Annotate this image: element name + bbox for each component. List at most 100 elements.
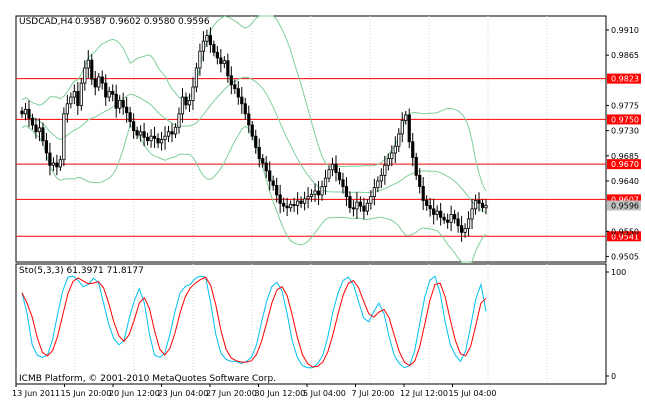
- candle-body[interactable]: [484, 205, 488, 209]
- candle-body[interactable]: [198, 50, 202, 69]
- candle-body[interactable]: [299, 200, 303, 204]
- candle-body[interactable]: [208, 35, 212, 45]
- candle-body[interactable]: [41, 127, 45, 142]
- candle-body[interactable]: [55, 162, 59, 168]
- candle-body[interactable]: [250, 124, 254, 137]
- candle-body[interactable]: [229, 75, 233, 86]
- candle-body[interactable]: [362, 205, 366, 212]
- candle-body[interactable]: [473, 200, 478, 210]
- candle-body[interactable]: [390, 152, 394, 159]
- candle-body[interactable]: [184, 96, 188, 106]
- candle-body[interactable]: [191, 86, 195, 101]
- candle-body[interactable]: [480, 202, 485, 209]
- candle-body[interactable]: [187, 100, 192, 106]
- candle-body[interactable]: [351, 207, 356, 210]
- candle-body[interactable]: [264, 162, 268, 172]
- chart-canvas[interactable]: 0.98230.97500.96700.96070.95410.9596 0.9…: [0, 0, 645, 408]
- candle-body[interactable]: [212, 44, 216, 53]
- candle-body[interactable]: [365, 202, 369, 212]
- candle-body[interactable]: [86, 59, 90, 69]
- candle-body[interactable]: [439, 210, 443, 218]
- candle-body[interactable]: [90, 59, 94, 80]
- candle-body[interactable]: [285, 205, 289, 209]
- candle-body[interactable]: [296, 200, 300, 206]
- candle-body[interactable]: [341, 179, 345, 187]
- price-panel[interactable]: 0.98230.97500.96700.96070.95410.9596 0.9…: [15, 15, 641, 263]
- candle-body[interactable]: [243, 103, 247, 115]
- candle-body[interactable]: [30, 117, 35, 126]
- candle-body[interactable]: [369, 196, 373, 204]
- candle-body[interactable]: [257, 146, 261, 159]
- candle-body[interactable]: [93, 78, 97, 88]
- candle-body[interactable]: [118, 100, 122, 109]
- candle-body[interactable]: [459, 225, 464, 233]
- candle-body[interactable]: [62, 113, 66, 161]
- candle-body[interactable]: [111, 91, 115, 95]
- candle-body[interactable]: [435, 210, 439, 215]
- candle-body[interactable]: [226, 60, 230, 77]
- candle-body[interactable]: [23, 108, 28, 115]
- candle-body[interactable]: [309, 193, 314, 197]
- candle-body[interactable]: [428, 205, 432, 210]
- candle-body[interactable]: [404, 114, 408, 121]
- candle-body[interactable]: [170, 131, 174, 135]
- candle-body[interactable]: [149, 135, 153, 142]
- candle-body[interactable]: [453, 214, 457, 220]
- candle-body[interactable]: [69, 96, 73, 105]
- candle-body[interactable]: [383, 164, 387, 176]
- candle-body[interactable]: [477, 200, 481, 204]
- candle-body[interactable]: [48, 152, 52, 166]
- candle-body[interactable]: [72, 91, 76, 98]
- candle-body[interactable]: [104, 82, 108, 98]
- stochastic-panel[interactable]: 100 0 Sto(5,3,3) 61.3971 71.8177 ICMB Pla…: [15, 263, 626, 385]
- candle-body[interactable]: [163, 135, 167, 140]
- candle-body[interactable]: [414, 157, 418, 176]
- candle-body[interactable]: [125, 106, 129, 114]
- candle-body[interactable]: [180, 96, 185, 115]
- candle-body[interactable]: [100, 76, 104, 84]
- candle-body[interactable]: [407, 114, 411, 143]
- candle-body[interactable]: [65, 103, 69, 115]
- candle-body[interactable]: [152, 135, 157, 139]
- candle-body[interactable]: [114, 93, 118, 109]
- candle-body[interactable]: [432, 208, 436, 215]
- candle-body[interactable]: [177, 113, 181, 128]
- candle-body[interactable]: [442, 216, 446, 221]
- candle-body[interactable]: [166, 131, 171, 137]
- candle-body[interactable]: [233, 84, 237, 90]
- candle-body[interactable]: [139, 131, 143, 136]
- candle-body[interactable]: [278, 194, 282, 204]
- candle-body[interactable]: [201, 40, 206, 52]
- candle-body[interactable]: [306, 196, 310, 200]
- candle-body[interactable]: [323, 177, 328, 187]
- candle-body[interactable]: [348, 196, 352, 209]
- candle-body[interactable]: [456, 218, 460, 227]
- candle-body[interactable]: [268, 170, 272, 182]
- candle-body[interactable]: [379, 174, 383, 182]
- candle-body[interactable]: [145, 136, 150, 142]
- candle-body[interactable]: [289, 204, 293, 209]
- candle-body[interactable]: [292, 204, 296, 206]
- candle-body[interactable]: [142, 131, 146, 138]
- candle-body[interactable]: [132, 121, 136, 132]
- candle-body[interactable]: [76, 91, 80, 106]
- candle-body[interactable]: [51, 162, 55, 166]
- candle-body[interactable]: [34, 124, 38, 133]
- candle-body[interactable]: [159, 139, 164, 144]
- candle-body[interactable]: [330, 163, 335, 171]
- candle-body[interactable]: [20, 110, 24, 115]
- candle-body[interactable]: [344, 186, 349, 197]
- candle-body[interactable]: [418, 174, 422, 187]
- candle-body[interactable]: [449, 214, 453, 223]
- candle-body[interactable]: [194, 67, 199, 88]
- candle-body[interactable]: [302, 198, 307, 204]
- candle-body[interactable]: [205, 35, 209, 42]
- candle-body[interactable]: [275, 185, 279, 196]
- candle-body[interactable]: [173, 126, 178, 135]
- candle-body[interactable]: [222, 60, 226, 64]
- candle-body[interactable]: [219, 57, 223, 64]
- candle-body[interactable]: [107, 91, 111, 98]
- candle-body[interactable]: [271, 180, 275, 186]
- candle-body[interactable]: [320, 186, 324, 196]
- candle-body[interactable]: [376, 180, 380, 189]
